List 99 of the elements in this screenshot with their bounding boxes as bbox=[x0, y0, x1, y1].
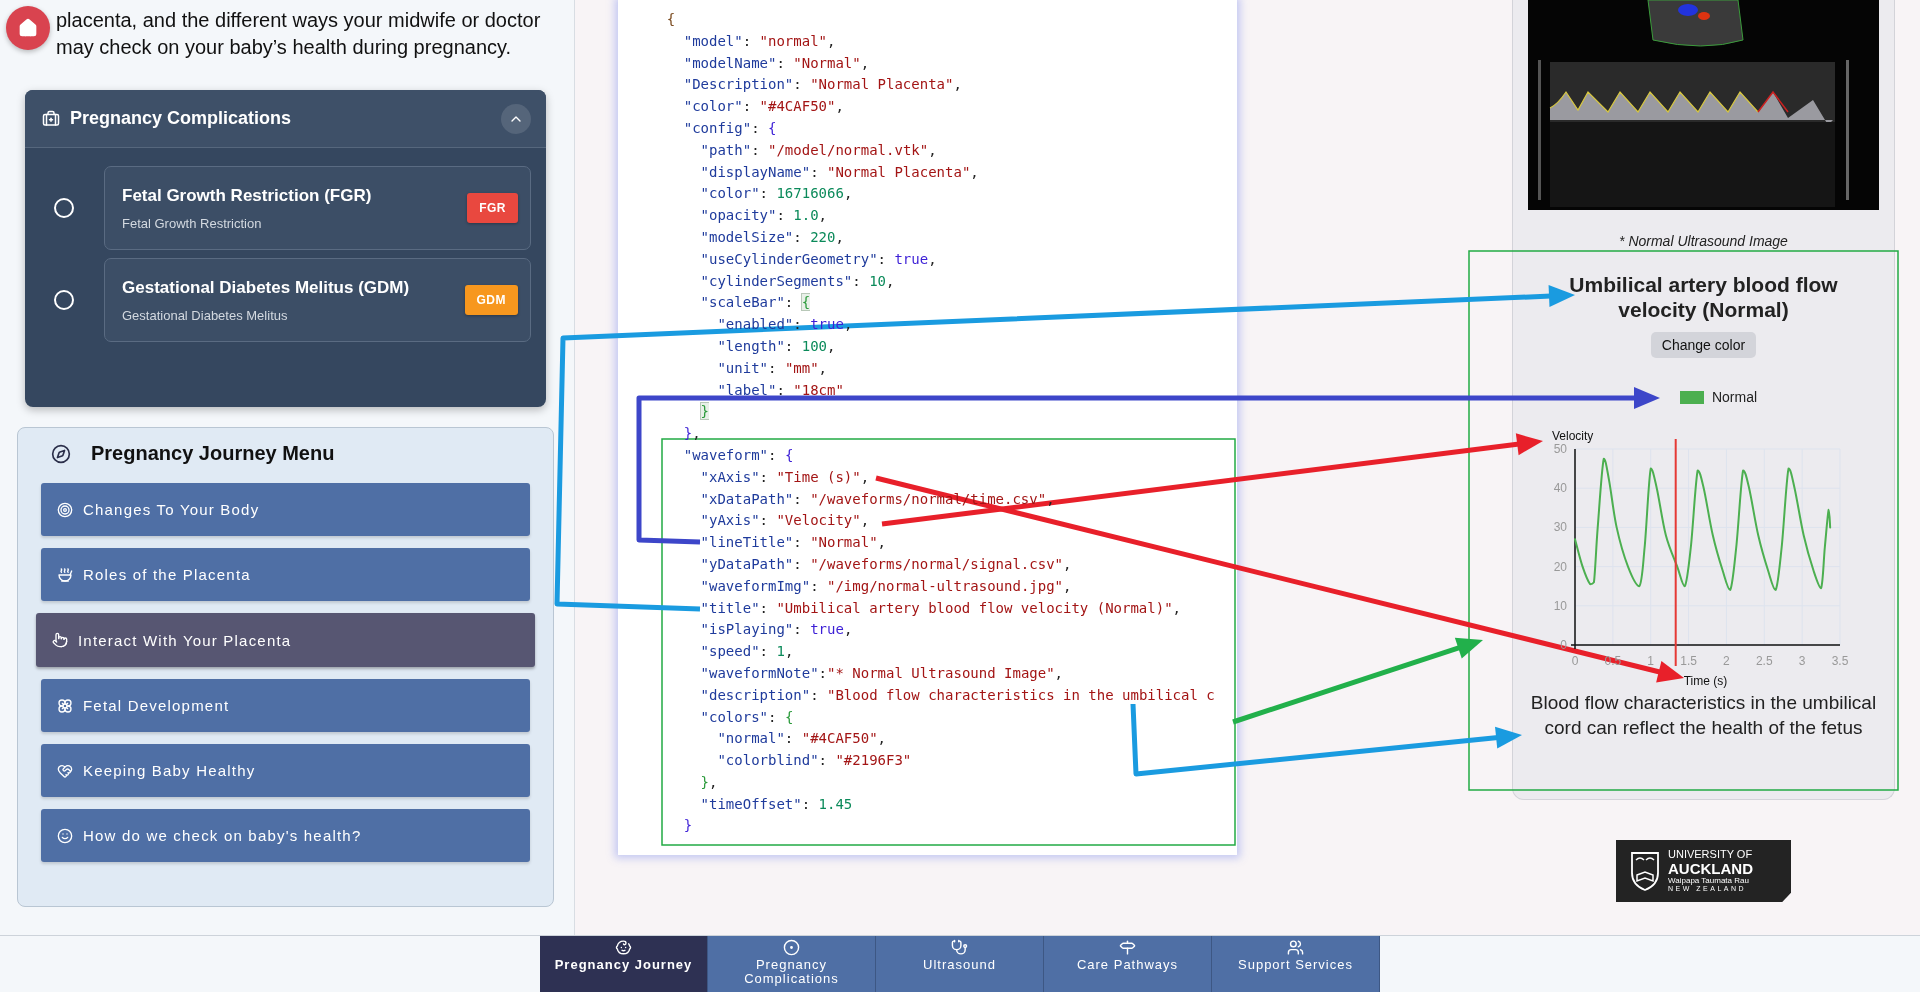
code-line: "cylinderSegments": 10, bbox=[699, 271, 895, 291]
code-line: "colors": { bbox=[699, 707, 794, 727]
code-line: "waveformNote":"* Normal Ultrasound Image", bbox=[699, 663, 1064, 683]
code-line: "scaleBar": { bbox=[699, 293, 811, 313]
chart-description: Blood flow characteristics in the umbilical cord can reflect the health of the fetus bbox=[1529, 691, 1878, 740]
menu-item[interactable]: Keeping Baby Healthy bbox=[41, 744, 530, 797]
logo-text: AUCKLAND bbox=[1668, 861, 1753, 877]
code-line: "modelSize": 220, bbox=[699, 227, 844, 247]
axis-tick-label: 30 bbox=[1553, 520, 1567, 535]
compass-icon bbox=[51, 443, 71, 464]
code-line: "unit": "mm", bbox=[716, 358, 828, 378]
nav-tab[interactable]: Pregnancy Complications bbox=[708, 936, 876, 992]
axis-tick-label: 3 bbox=[1798, 654, 1806, 668]
bowl-icon bbox=[57, 566, 73, 583]
complication-subtitle: Fetal Growth Restriction bbox=[122, 215, 263, 231]
code-line: "colorblind": "#2196F3" bbox=[716, 751, 912, 771]
axis-tick-label: 2.5 bbox=[1755, 654, 1773, 668]
code-line: "waveformImg": "/img/normal-ultrasound.jpg", bbox=[699, 576, 1072, 596]
code-line: "useCylinderGeometry": true, bbox=[699, 249, 937, 269]
heart-hands-icon bbox=[57, 762, 73, 779]
code-line: "lineTitle": "Normal", bbox=[699, 533, 887, 553]
axis-title: Time (s) bbox=[1683, 674, 1728, 688]
menu-item[interactable]: Interact With Your Placenta bbox=[36, 613, 535, 667]
complication-card[interactable]: Fetal Growth Restriction (FGR) Fetal Growth Restriction FGR bbox=[104, 166, 531, 250]
code-line: "title": "Umbilical artery blood flow velocity (Normal)", bbox=[699, 598, 1182, 618]
nav-tab[interactable]: Support Services bbox=[1212, 936, 1380, 992]
code-line: "config": { bbox=[682, 119, 777, 138]
nav-tab[interactable]: Care Pathways bbox=[1044, 936, 1212, 992]
baby-icon bbox=[615, 939, 632, 956]
code-line: "isPlaying": true, bbox=[699, 620, 853, 640]
radio-button[interactable] bbox=[54, 290, 74, 310]
code-line: { bbox=[665, 10, 676, 29]
code-line: "normal": "#4CAF50", bbox=[716, 729, 886, 749]
code-line: "displayName": "Normal Placenta", bbox=[699, 162, 979, 182]
pointer-icon bbox=[52, 632, 68, 648]
code-line: }, bbox=[699, 772, 718, 792]
code-line: "color": "#4CAF50", bbox=[682, 97, 844, 117]
axis-tick-label: 20 bbox=[1553, 559, 1567, 574]
signpost-icon bbox=[1119, 939, 1136, 956]
code-line: "model": "normal", bbox=[682, 31, 836, 51]
condition-badge: FGR bbox=[467, 193, 518, 223]
code-line: "label": "18cm" bbox=[716, 380, 844, 400]
complication-title: Gestational Diabetes Melitus (GDM) bbox=[122, 277, 411, 298]
collapse-button[interactable] bbox=[501, 103, 531, 134]
menu-item[interactable]: Changes To Your Body bbox=[41, 483, 530, 536]
code-line: "yAxis": "Velocity", bbox=[699, 511, 870, 531]
complication-card[interactable]: Gestational Diabetes Melitus (GDM) Gestational Diabetes Melitus GDM bbox=[104, 258, 531, 342]
legend-label: Normal bbox=[1711, 389, 1758, 405]
axis-tick-label: 0 bbox=[1571, 654, 1579, 668]
code-line: "Description": "Normal Placenta", bbox=[682, 75, 962, 95]
axis-tick-label: 40 bbox=[1553, 481, 1567, 496]
code-line: "modelName": "Normal", bbox=[682, 53, 870, 73]
code-line: } bbox=[682, 816, 693, 836]
medical-bag-icon bbox=[42, 109, 60, 128]
axis-tick-label: 0 bbox=[1560, 638, 1567, 652]
image-note: * Normal Ultrasound Image bbox=[1619, 232, 1788, 250]
condition-badge: GDM bbox=[464, 285, 518, 315]
nav-tab[interactable]: Ultrasound bbox=[876, 936, 1044, 992]
target-icon bbox=[57, 501, 73, 518]
code-line: "description": "Blood flow characteristics in the umbilical c bbox=[699, 685, 1215, 705]
code-line: "yDataPath": "/waveforms/normal/signal.csv", bbox=[699, 554, 1072, 574]
code-line: "waveform": { bbox=[682, 445, 794, 465]
users-icon bbox=[1287, 939, 1304, 956]
menu-title: Pregnancy Journey Menu bbox=[91, 442, 335, 465]
code-line: "timeOffset": 1.45 bbox=[699, 794, 853, 814]
axis-tick-label: 3.5 bbox=[1831, 654, 1849, 668]
code-line: "length": 100, bbox=[716, 336, 836, 356]
nav-tab[interactable]: Pregnancy Journey bbox=[540, 936, 708, 992]
complication-subtitle: Gestational Diabetes Melitus bbox=[122, 307, 289, 323]
code-line: "path": "/model/normal.vtk", bbox=[699, 140, 937, 160]
smile-icon bbox=[57, 827, 73, 844]
home-icon bbox=[18, 18, 38, 38]
logo-text: Waipapa Taumata Rau bbox=[1668, 876, 1750, 886]
code-line: "color": 16716066, bbox=[699, 184, 853, 204]
axis-title: Velocity bbox=[1552, 429, 1594, 443]
panel-title: Pregnancy Complications bbox=[70, 108, 293, 129]
change-color-button[interactable]: Change color bbox=[1650, 332, 1757, 358]
axis-tick-label: 10 bbox=[1553, 598, 1567, 613]
menu-item[interactable]: Roles of the Placenta bbox=[41, 548, 530, 601]
complication-title: Fetal Growth Restriction (FGR) bbox=[122, 185, 373, 206]
intro-text: placenta, and the different ways your midwife or doctor may check on your baby’s health during pregnancy. bbox=[56, 8, 542, 60]
menu-item[interactable]: How do we check on baby's health? bbox=[41, 809, 530, 862]
menu-item[interactable]: Fetal Development bbox=[41, 679, 530, 732]
code-line: "opacity": 1.0, bbox=[699, 206, 828, 226]
axis-tick-label: 1.5 bbox=[1680, 654, 1697, 668]
code-line: "speed": 1, bbox=[699, 642, 794, 662]
axis-tick-label: 2 bbox=[1723, 654, 1730, 668]
code-line: "xAxis": "Time (s)", bbox=[699, 467, 870, 487]
logo-text: UNIVERSITY OF bbox=[1668, 849, 1753, 862]
flower-icon bbox=[57, 697, 73, 714]
crest-icon bbox=[1630, 851, 1660, 891]
code-line: }, bbox=[682, 424, 701, 444]
radio-button[interactable] bbox=[54, 198, 74, 218]
home-button[interactable] bbox=[6, 6, 50, 50]
axis-tick-label: 1 bbox=[1647, 654, 1655, 668]
axis-tick-label: 50 bbox=[1553, 442, 1567, 456]
chart-title: Umbilical artery blood flow velocity (Normal) bbox=[1568, 272, 1839, 322]
stethoscope-icon bbox=[951, 939, 968, 956]
dot-circle-icon bbox=[783, 939, 800, 956]
